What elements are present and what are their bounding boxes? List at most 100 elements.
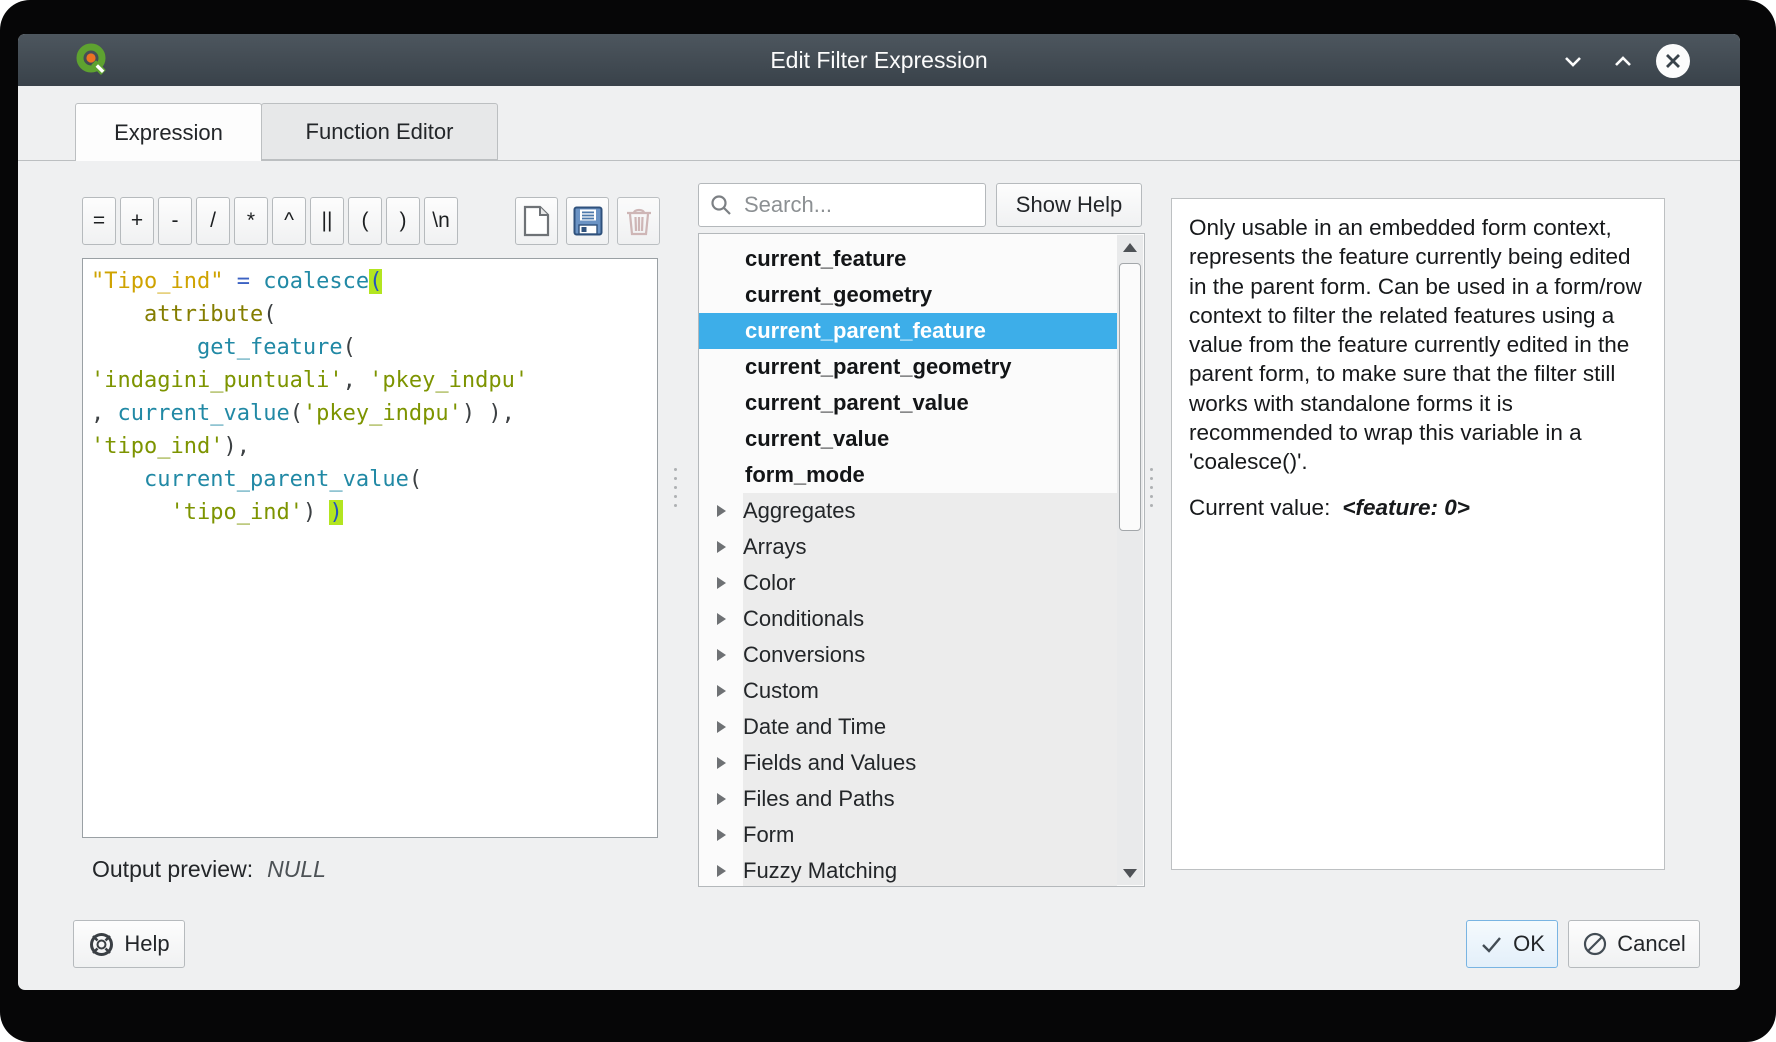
operator-button[interactable]: )	[386, 197, 420, 245]
code-line: 'tipo_ind'),	[91, 430, 649, 463]
current-value-line: Current value: <feature: 0>	[1189, 493, 1647, 522]
delete-expression-button[interactable]	[617, 197, 660, 245]
function-item-form_mode[interactable]: form_mode	[699, 457, 1117, 493]
function-group-label: Fuzzy Matching	[743, 858, 897, 884]
expand-arrow-icon[interactable]	[717, 649, 726, 661]
function-search[interactable]	[698, 183, 986, 227]
save-expression-button[interactable]	[566, 197, 609, 245]
tab-expression[interactable]: Expression	[75, 103, 262, 161]
scroll-up-arrow-icon[interactable]	[1117, 235, 1143, 259]
expand-arrow-icon[interactable]	[717, 541, 726, 553]
expand-arrow-icon[interactable]	[717, 721, 726, 733]
function-group-custom[interactable]: Custom	[699, 673, 1117, 709]
expand-arrow-icon[interactable]	[717, 685, 726, 697]
expand-arrow-icon[interactable]	[717, 829, 726, 841]
maximize-button[interactable]	[1606, 44, 1640, 78]
code-line: 'tipo_ind') )	[91, 496, 649, 529]
expand-arrow-icon[interactable]	[717, 757, 726, 769]
function-group-label: Color	[743, 570, 796, 596]
function-group-label: Arrays	[743, 534, 807, 560]
show-help-button[interactable]: Show Help	[996, 183, 1142, 227]
function-group-label: Custom	[743, 678, 819, 704]
cancel-slash-icon	[1582, 931, 1608, 957]
function-item-current_parent_value[interactable]: current_parent_value	[699, 385, 1117, 421]
operator-button[interactable]: *	[234, 197, 268, 245]
operator-button[interactable]: \n	[424, 197, 458, 245]
operator-button[interactable]: (	[348, 197, 382, 245]
function-item-current_parent_feature[interactable]: current_parent_feature	[699, 313, 1117, 349]
current-value: <feature: 0>	[1342, 493, 1470, 522]
function-group-conversions[interactable]: Conversions	[699, 637, 1117, 673]
operator-button[interactable]: /	[196, 197, 230, 245]
expression-file-toolbar	[515, 197, 660, 245]
tab-function-editor[interactable]: Function Editor	[261, 103, 498, 160]
help-button-label: Help	[124, 931, 169, 957]
help-button[interactable]: Help	[73, 920, 185, 968]
code-line: "Tipo_ind" = coalesce(	[91, 265, 649, 298]
function-help-panel: Only usable in an embedded form context,…	[1171, 198, 1665, 870]
function-list-scrollbar[interactable]	[1117, 235, 1143, 885]
function-group-files-and-paths[interactable]: Files and Paths	[699, 781, 1117, 817]
new-file-icon	[523, 205, 550, 237]
function-group-color[interactable]: Color	[699, 565, 1117, 601]
new-expression-button[interactable]	[515, 197, 558, 245]
close-button[interactable]	[1656, 44, 1690, 78]
function-group-label: Fields and Values	[743, 750, 916, 776]
splitter-list-help[interactable]	[1150, 468, 1153, 507]
function-list[interactable]: current_featurecurrent_geometrycurrent_p…	[698, 233, 1145, 887]
titlebar[interactable]: Edit Filter Expression	[18, 34, 1740, 86]
window-title: Edit Filter Expression	[18, 34, 1740, 86]
shade-button[interactable]	[1556, 44, 1590, 78]
function-item-current_geometry[interactable]: current_geometry	[699, 277, 1117, 313]
code-line: get_feature(	[91, 331, 649, 364]
scroll-down-arrow-icon[interactable]	[1117, 861, 1143, 885]
edit-filter-expression-dialog: Edit Filter Expression Expression Functi…	[18, 34, 1740, 990]
function-group-label: Form	[743, 822, 794, 848]
search-icon	[709, 193, 733, 217]
chevron-up-icon	[1610, 48, 1636, 74]
screenshot-frame: Edit Filter Expression Expression Functi…	[0, 0, 1776, 1042]
function-group-conditionals[interactable]: Conditionals	[699, 601, 1117, 637]
function-group-label: Files and Paths	[743, 786, 895, 812]
chevron-down-icon	[1560, 48, 1586, 74]
function-group-label: Date and Time	[743, 714, 886, 740]
operator-button[interactable]: +	[120, 197, 154, 245]
expand-arrow-icon[interactable]	[717, 505, 726, 517]
function-group-form[interactable]: Form	[699, 817, 1117, 853]
ok-button[interactable]: OK	[1466, 920, 1558, 968]
expand-arrow-icon[interactable]	[717, 577, 726, 589]
operator-button[interactable]: ||	[310, 197, 344, 245]
scrollbar-thumb[interactable]	[1119, 263, 1141, 531]
code-line: attribute(	[91, 298, 649, 331]
cancel-button-label: Cancel	[1617, 931, 1685, 957]
function-group-date-and-time[interactable]: Date and Time	[699, 709, 1117, 745]
function-list-rows: current_featurecurrent_geometrycurrent_p…	[699, 241, 1117, 887]
help-description: Only usable in an embedded form context,…	[1189, 213, 1647, 476]
operator-button[interactable]: =	[82, 197, 116, 245]
help-lifering-icon	[88, 931, 115, 958]
function-group-fuzzy-matching[interactable]: Fuzzy Matching	[699, 853, 1117, 887]
expand-arrow-icon[interactable]	[717, 613, 726, 625]
operator-button[interactable]: ^	[272, 197, 306, 245]
operator-toolbar: =+-/*^||()\n	[82, 197, 458, 245]
splitter-editor-list[interactable]	[674, 468, 677, 507]
expression-code-editor[interactable]: "Tipo_ind" = coalesce( attribute( get_fe…	[82, 258, 658, 838]
output-preview: Output preview: NULL	[92, 856, 326, 883]
save-icon	[573, 206, 603, 236]
function-item-current_parent_geometry[interactable]: current_parent_geometry	[699, 349, 1117, 385]
function-group-label: Conditionals	[743, 606, 864, 632]
ok-button-label: OK	[1513, 931, 1545, 957]
code-line: 'indagini_puntuali', 'pkey_indpu'	[91, 364, 649, 397]
expand-arrow-icon[interactable]	[717, 865, 726, 877]
function-item-current_feature[interactable]: current_feature	[699, 241, 1117, 277]
current-value-label: Current value:	[1189, 493, 1330, 522]
function-group-aggregates[interactable]: Aggregates	[699, 493, 1117, 529]
function-group-fields-and-values[interactable]: Fields and Values	[699, 745, 1117, 781]
cancel-button[interactable]: Cancel	[1568, 920, 1700, 968]
operator-button[interactable]: -	[158, 197, 192, 245]
function-group-arrays[interactable]: Arrays	[699, 529, 1117, 565]
function-item-current_value[interactable]: current_value	[699, 421, 1117, 457]
close-icon	[1662, 50, 1684, 72]
search-input[interactable]	[742, 191, 985, 219]
expand-arrow-icon[interactable]	[717, 793, 726, 805]
